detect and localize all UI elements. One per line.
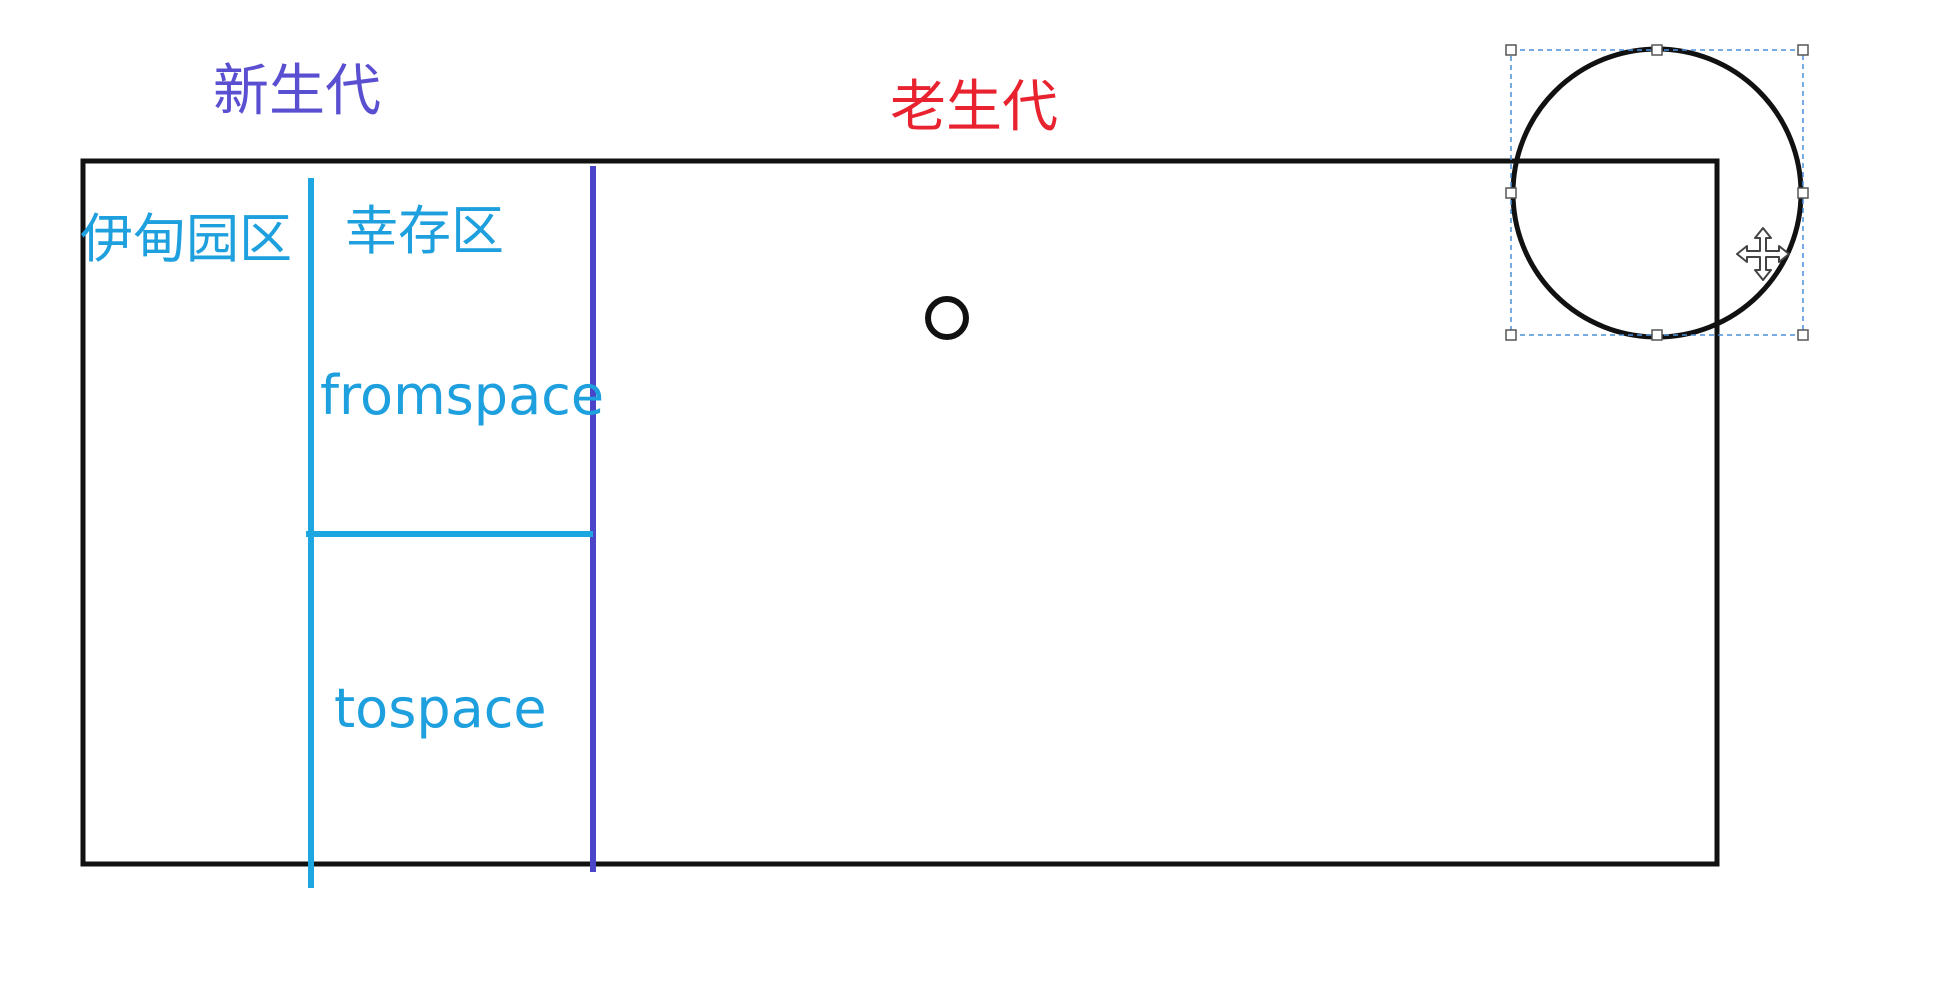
to-space-label: tospace	[334, 677, 547, 740]
young-generation-label: 新生代	[213, 59, 381, 124]
heap-rectangle	[80, 158, 1720, 867]
handle-bottom-middle[interactable]	[1651, 329, 1663, 341]
handle-middle-right[interactable]	[1797, 187, 1809, 199]
survivor-label: 幸存区	[345, 201, 504, 262]
small-object-circle	[925, 296, 969, 340]
old-generation-label: 老生代	[890, 75, 1058, 140]
move-cursor-icon	[1736, 227, 1790, 281]
handle-top-right[interactable]	[1797, 44, 1809, 56]
eden-label: 伊甸园区	[80, 209, 292, 270]
handle-bottom-left[interactable]	[1505, 329, 1517, 341]
gc-memory-diagram: 新生代 老生代 伊甸园区 幸存区 fromspace tospace	[80, 44, 1809, 888]
handle-top-middle[interactable]	[1651, 44, 1663, 56]
handle-top-left[interactable]	[1505, 44, 1517, 56]
handle-middle-left[interactable]	[1505, 187, 1517, 199]
handle-bottom-right[interactable]	[1797, 329, 1809, 341]
from-space-label: fromspace	[320, 364, 604, 427]
